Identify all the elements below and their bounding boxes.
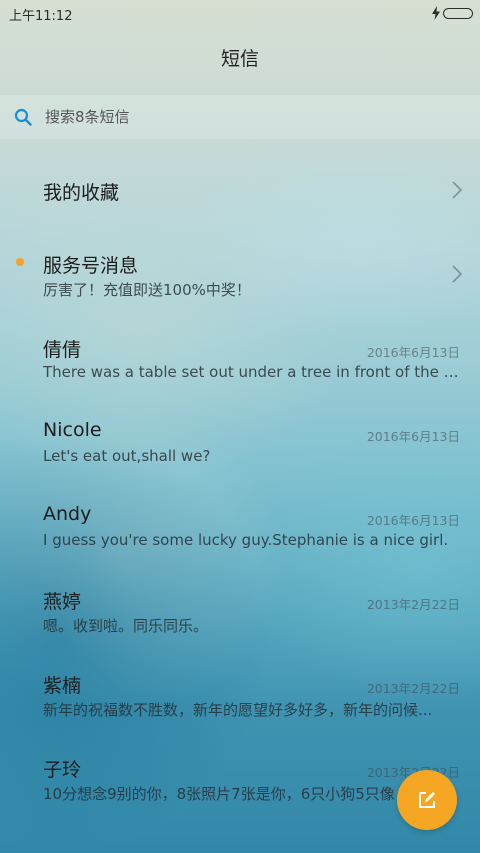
message-date: 2016年6月13日 [366, 429, 460, 444]
charging-icon [432, 6, 440, 20]
message-preview: Let's eat out,shall we? [43, 447, 211, 465]
battery-icon [443, 8, 473, 19]
page-title: 短信 [220, 48, 259, 70]
message-preview: 新年的祝福数不胜数，新年的愿望好多好多，新年的问候... [43, 701, 433, 719]
favorites-row[interactable]: 我的收藏 [0, 148, 480, 232]
contact-name: 紫楠 [43, 675, 82, 697]
message-date: 2016年6月13日 [366, 345, 460, 360]
chevron-right-icon [452, 265, 462, 283]
status-bar: 上午11:12 [0, 0, 480, 28]
unread-dot [16, 258, 24, 266]
contact-name: 子玲 [43, 759, 82, 781]
message-preview: I guess you're some lucky guy.Stephanie … [43, 531, 449, 549]
contact-name: Nicole [43, 419, 102, 441]
message-date: 2013年2月22日 [366, 597, 460, 612]
status-time: 上午11:12 [9, 9, 73, 24]
conversation-row[interactable]: 紫楠 2013年2月22日 新年的祝福数不胜数，新年的愿望好多好多，新年的问候.… [0, 652, 480, 736]
contact-name: 倩倩 [43, 339, 82, 361]
service-messages-label: 服务号消息 [43, 255, 139, 277]
search-bar[interactable] [0, 95, 480, 139]
chevron-right-icon [452, 181, 462, 199]
compose-icon [419, 792, 435, 808]
conversation-row[interactable]: Nicole 2016年6月13日 Let's eat out,shall we… [0, 400, 480, 484]
message-date: 2016年6月13日 [366, 513, 460, 528]
compose-button[interactable] [397, 770, 457, 830]
search-icon [14, 108, 32, 126]
messages-screen: 上午11:12 短信 我的收藏 服务号消息 厉害了！充值即送100%中奖！ 倩倩… [0, 0, 480, 853]
service-messages-row[interactable]: 服务号消息 厉害了！充值即送100%中奖！ [0, 232, 480, 316]
conversation-row[interactable]: 倩倩 2016年6月13日 There was a table set out … [0, 316, 480, 400]
favorites-label: 我的收藏 [43, 182, 120, 204]
contact-name: Andy [43, 503, 92, 525]
search-input[interactable] [45, 105, 445, 129]
contact-name: 燕婷 [43, 591, 82, 613]
conversation-row[interactable]: 燕婷 2013年2月22日 嗯。收到啦。同乐同乐。 [0, 568, 480, 652]
service-messages-preview: 厉害了！充值即送100%中奖！ [43, 281, 251, 299]
message-preview: There was a table set out under a tree i… [43, 363, 461, 381]
conversation-row[interactable]: Andy 2016年6月13日 I guess you're some luck… [0, 484, 480, 568]
message-preview: 嗯。收到啦。同乐同乐。 [43, 617, 209, 635]
message-date: 2013年2月22日 [366, 681, 460, 696]
